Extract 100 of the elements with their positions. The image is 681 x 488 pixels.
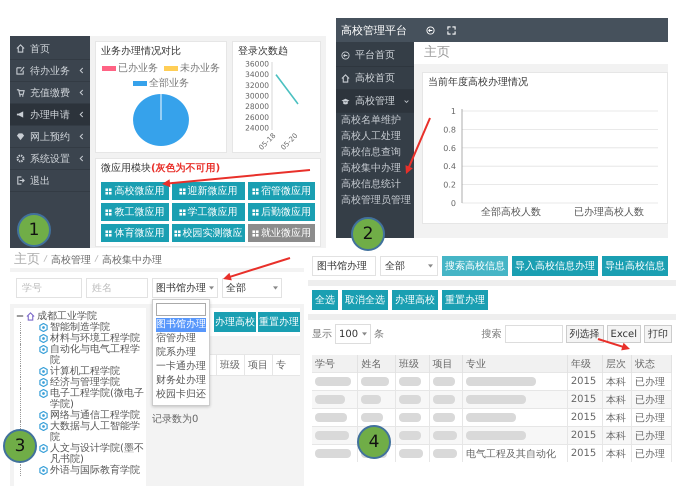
record-count: 记录数为0: [152, 412, 200, 426]
table-cell: 2015: [570, 412, 596, 423]
tree-item[interactable]: 自动化与电气工程学院: [50, 344, 144, 366]
tree-item[interactable]: 外语与国际教育学院: [50, 465, 140, 476]
tree-item[interactable]: 电子工程学院(微电子学院): [50, 388, 144, 410]
hexagon-icon: [39, 367, 48, 376]
grid-icon: [105, 188, 112, 194]
expand-icon[interactable]: [447, 26, 456, 34]
tool-button[interactable]: 列选择: [566, 325, 604, 343]
dropdown-option[interactable]: 宿管办理: [156, 332, 206, 346]
table-cell: 2015: [570, 376, 596, 387]
caret-icon: [273, 286, 278, 290]
table-cell: 本科: [606, 394, 626, 406]
menu-item[interactable]: 办理申请: [10, 104, 90, 126]
blurred-text: [432, 376, 455, 386]
submenu-item[interactable]: 高校人工处理: [336, 129, 414, 145]
card-title: 登录次数趋: [238, 46, 289, 58]
home-icon: [26, 312, 35, 321]
field-label: 搜索: [482, 328, 502, 341]
tree-item[interactable]: 材料与环境工程学院: [50, 333, 140, 344]
axis-tick-label: 0.6: [443, 144, 456, 153]
hexagon-icon: [39, 378, 48, 387]
tool-button[interactable]: 打印: [644, 325, 672, 343]
blurred-text: [315, 412, 347, 422]
hexagon-icon: [39, 323, 48, 332]
submenu-item[interactable]: 高校信息查询: [336, 145, 414, 161]
grid-icon: [105, 230, 112, 236]
edit-icon: [16, 66, 25, 75]
dropdown-option[interactable]: 院系办理: [156, 346, 206, 360]
column-header: 项目: [429, 355, 463, 372]
number-badge: 2: [351, 217, 385, 251]
blurred-text: [399, 448, 424, 458]
dropdown-option[interactable]: 校园卡归还: [156, 388, 206, 402]
tree-item[interactable]: 人文与设计学院(墨不凡书院): [50, 443, 144, 465]
select-field[interactable]: 全部: [380, 256, 438, 276]
table-cell: 已办理: [634, 394, 665, 406]
caret-icon: [209, 286, 214, 290]
select-field[interactable]: 100: [335, 324, 372, 344]
blurred-text: [466, 376, 536, 386]
table-cell: 本科: [606, 412, 626, 424]
cart-icon: [16, 88, 25, 97]
blurred-text: [315, 376, 351, 386]
table-cell: 已办理: [634, 448, 665, 460]
circle-arrow-icon[interactable]: [426, 26, 435, 34]
table-cell: 电气工程及其自动化: [466, 448, 556, 460]
blurred-text: [466, 430, 526, 440]
home-icon: [341, 74, 350, 82]
select-field[interactable]: 图书馆办理: [152, 278, 218, 298]
table-cell: 已办理: [634, 412, 665, 424]
axis-tick-label: 0: [450, 199, 456, 208]
card-title: 业务办理情况对比: [101, 46, 181, 58]
grid-icon: [174, 230, 180, 236]
blurred-text: [315, 394, 345, 404]
search-field[interactable]: [504, 325, 562, 343]
arrow: [223, 257, 290, 280]
axis-tick-label: 0.2: [443, 180, 456, 190]
tool-button[interactable]: Excel: [606, 325, 641, 343]
select-field[interactable]: 全部: [222, 278, 282, 298]
table-cell: 2015: [570, 430, 596, 441]
tree-item[interactable]: 大数据与人工智能学院: [50, 421, 144, 443]
grid-icon: [178, 188, 186, 194]
breadcrumb-link[interactable]: 高校集中办理: [102, 253, 162, 267]
cap-icon: [341, 96, 350, 106]
tree-item[interactable]: 智能制造学院: [50, 322, 110, 333]
hexagon-icon: [39, 334, 48, 343]
input-field[interactable]: 学号: [16, 278, 82, 298]
tree-item[interactable]: 网络与通信工程学院: [50, 410, 140, 421]
blurred-text: [432, 412, 455, 422]
tree-item[interactable]: 成都工业学院: [37, 311, 97, 322]
blurred-text: [315, 430, 349, 440]
submenu-item[interactable]: 高校名单维护: [336, 113, 414, 129]
column-header: 年级: [567, 355, 602, 372]
tree-item[interactable]: 计算机工程学院: [50, 366, 120, 377]
submenu-item[interactable]: 高校信息统计: [336, 177, 414, 193]
dropdown-search-field[interactable]: [156, 303, 206, 316]
menu-item[interactable]: 高校管理: [336, 90, 414, 113]
grid-icon: [252, 208, 259, 216]
legend-label: 未办业务: [180, 62, 220, 75]
arrow: [405, 118, 431, 174]
breadcrumb-link[interactable]: 高校管理: [51, 253, 91, 267]
dropdown-option[interactable]: 一卡通办理: [156, 360, 206, 374]
hexagon-icon: [39, 389, 48, 398]
grid-icon: [252, 230, 259, 236]
axis-tick-label: 0.8: [443, 125, 456, 134]
input-field[interactable]: 姓名: [86, 278, 148, 298]
table-cell: 本科: [606, 430, 626, 442]
axis-tick-label: 0.4: [443, 162, 456, 172]
submenu-item[interactable]: 高校管理员管理: [336, 193, 414, 209]
submenu-item[interactable]: 高校集中办理: [336, 161, 414, 177]
home-icon: [16, 44, 25, 53]
tree-item[interactable]: 经济与管理学院: [50, 377, 120, 388]
axis-category-label: 全部高校人数: [481, 207, 541, 218]
dropdown-option[interactable]: 财务处办理: [156, 374, 206, 388]
column-header: 专业: [462, 355, 568, 372]
blurred-text: [432, 430, 457, 440]
blurred-text: [399, 394, 422, 404]
input-field[interactable]: 图书馆办理: [312, 256, 376, 276]
column-header: 姓名: [358, 355, 396, 372]
column-header: 项目: [244, 355, 272, 375]
blurred-text: [432, 448, 457, 458]
